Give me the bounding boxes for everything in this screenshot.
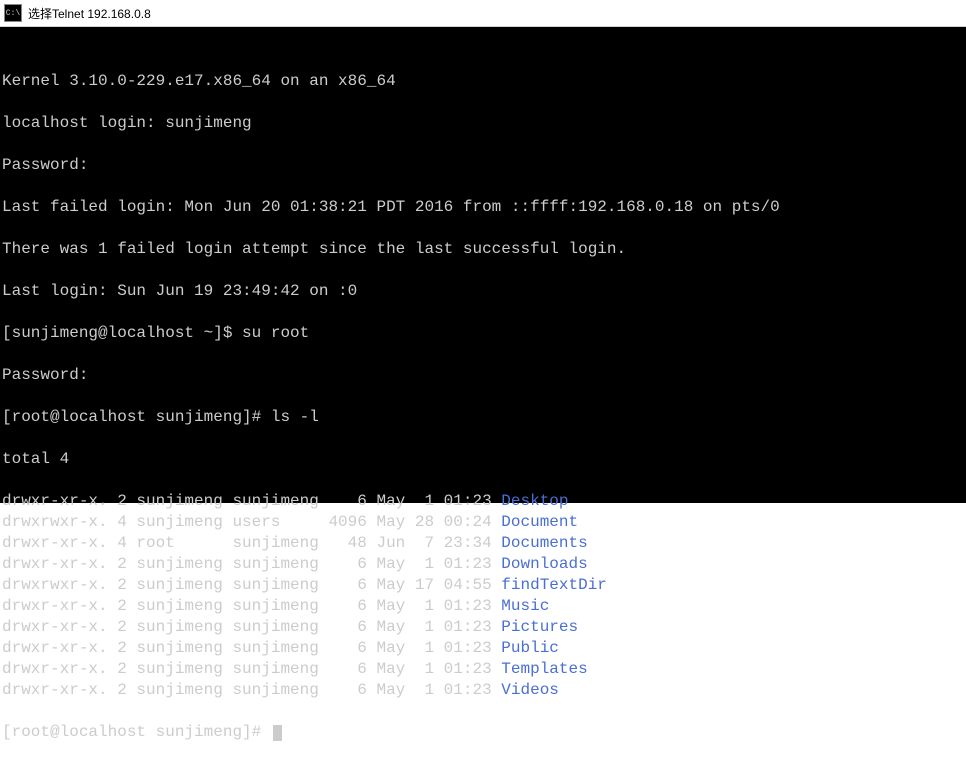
window-titlebar: C:\ 选择Telnet 192.168.0.8 bbox=[0, 0, 966, 27]
file-meta: drwxr-xr-x. 2 sunjimeng sunjimeng 6 May … bbox=[2, 618, 501, 636]
shell-prompt: [sunjimeng@localhost ~]$ bbox=[2, 324, 242, 342]
directory-name: Document bbox=[501, 513, 578, 531]
terminal-line: Kernel 3.10.0-229.e17.x86_64 on an x86_6… bbox=[2, 71, 964, 92]
ls-row: drwxr-xr-x. 2 sunjimeng sunjimeng 6 May … bbox=[2, 638, 964, 659]
terminal-icon: C:\ bbox=[4, 4, 22, 22]
cursor bbox=[273, 725, 282, 741]
terminal-line: total 4 bbox=[2, 449, 964, 470]
directory-name: Music bbox=[501, 597, 549, 615]
terminal-line: Password: bbox=[2, 365, 964, 386]
terminal-line: [sunjimeng@localhost ~]$ su root bbox=[2, 323, 964, 344]
ls-row: drwxrwxr-x. 2 sunjimeng sunjimeng 6 May … bbox=[2, 575, 964, 596]
directory-name: Downloads bbox=[501, 555, 587, 573]
terminal-line: Last login: Sun Jun 19 23:49:42 on :0 bbox=[2, 281, 964, 302]
directory-name: Templates bbox=[501, 660, 587, 678]
directory-name: findTextDir bbox=[501, 576, 607, 594]
terminal-line: Last failed login: Mon Jun 20 01:38:21 P… bbox=[2, 197, 964, 218]
directory-name: Videos bbox=[501, 681, 559, 699]
terminal-area[interactable]: Kernel 3.10.0-229.e17.x86_64 on an x86_6… bbox=[0, 27, 966, 503]
terminal-line: [root@localhost sunjimeng]# ls -l bbox=[2, 407, 964, 428]
shell-prompt: [root@localhost sunjimeng]# bbox=[2, 723, 271, 741]
file-meta: drwxr-xr-x. 2 sunjimeng sunjimeng 6 May … bbox=[2, 660, 501, 678]
ls-row: drwxr-xr-x. 2 sunjimeng sunjimeng 6 May … bbox=[2, 617, 964, 638]
directory-name: Desktop bbox=[501, 492, 568, 510]
file-meta: drwxr-xr-x. 2 sunjimeng sunjimeng 6 May … bbox=[2, 597, 501, 615]
directory-name: Public bbox=[501, 639, 559, 657]
terminal-line: [root@localhost sunjimeng]# bbox=[2, 722, 964, 743]
file-meta: drwxr-xr-x. 2 sunjimeng sunjimeng 6 May … bbox=[2, 681, 501, 699]
file-meta: drwxr-xr-x. 2 sunjimeng sunjimeng 6 May … bbox=[2, 555, 501, 573]
window-title: 选择Telnet 192.168.0.8 bbox=[28, 5, 151, 22]
ls-row: drwxrwxr-x. 4 sunjimeng users 4096 May 2… bbox=[2, 512, 964, 533]
file-meta: drwxr-xr-x. 2 sunjimeng sunjimeng 6 May … bbox=[2, 639, 501, 657]
terminal-line: There was 1 failed login attempt since t… bbox=[2, 239, 964, 260]
shell-command: su root bbox=[242, 324, 309, 342]
ls-row: drwxr-xr-x. 2 sunjimeng sunjimeng 6 May … bbox=[2, 596, 964, 617]
ls-row: drwxr-xr-x. 2 sunjimeng sunjimeng 6 May … bbox=[2, 659, 964, 680]
ls-row: drwxr-xr-x. 2 sunjimeng sunjimeng 6 May … bbox=[2, 680, 964, 701]
ls-row: drwxr-xr-x. 2 sunjimeng sunjimeng 6 May … bbox=[2, 491, 964, 512]
file-meta: drwxrwxr-x. 4 sunjimeng users 4096 May 2… bbox=[2, 513, 501, 531]
ls-row: drwxr-xr-x. 4 root sunjimeng 48 Jun 7 23… bbox=[2, 533, 964, 554]
file-meta: drwxr-xr-x. 4 root sunjimeng 48 Jun 7 23… bbox=[2, 534, 501, 552]
terminal-line: localhost login: sunjimeng bbox=[2, 113, 964, 134]
directory-name: Documents bbox=[501, 534, 587, 552]
shell-prompt: [root@localhost sunjimeng]# bbox=[2, 408, 271, 426]
terminal-line: Password: bbox=[2, 155, 964, 176]
file-meta: drwxr-xr-x. 2 sunjimeng sunjimeng 6 May … bbox=[2, 492, 501, 510]
ls-row: drwxr-xr-x. 2 sunjimeng sunjimeng 6 May … bbox=[2, 554, 964, 575]
directory-name: Pictures bbox=[501, 618, 578, 636]
file-meta: drwxrwxr-x. 2 sunjimeng sunjimeng 6 May … bbox=[2, 576, 501, 594]
shell-command: ls -l bbox=[271, 408, 319, 426]
